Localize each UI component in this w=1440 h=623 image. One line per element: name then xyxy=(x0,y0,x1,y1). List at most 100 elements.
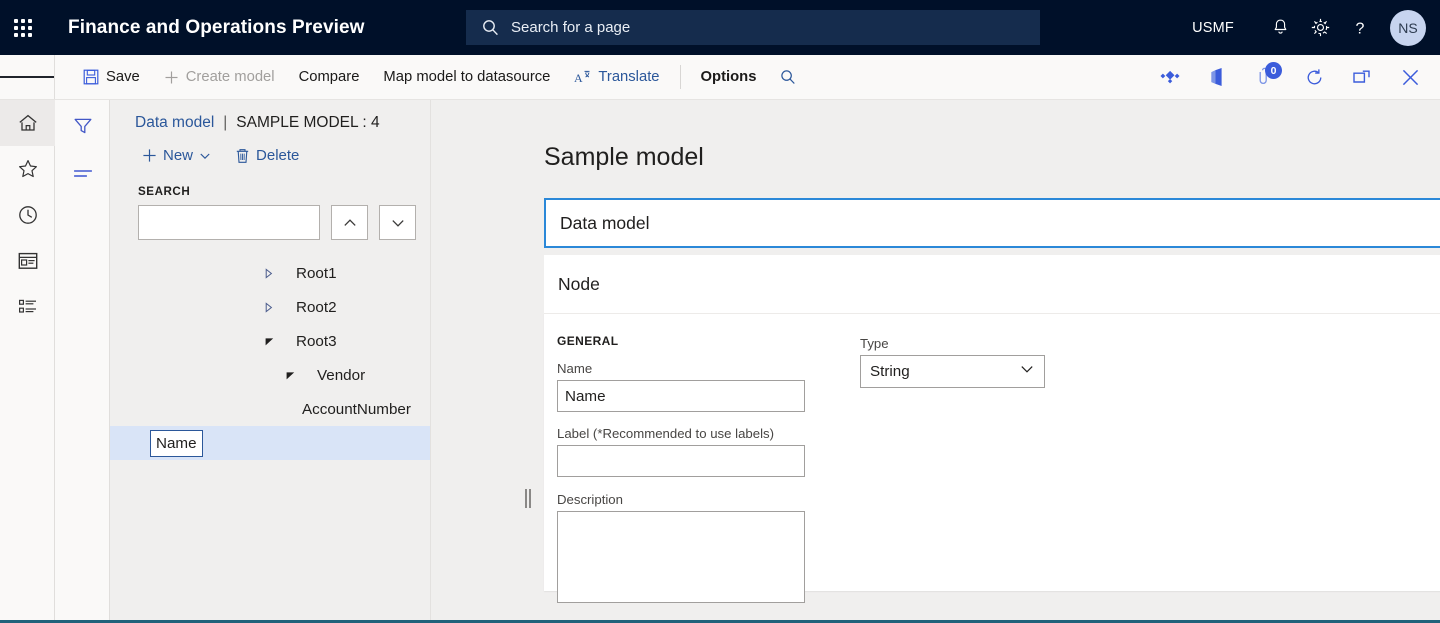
description-field-label: Description xyxy=(557,492,805,507)
help-button[interactable]: ? xyxy=(1340,0,1380,55)
triangle-down-icon xyxy=(285,370,296,381)
tree-node-vendor[interactable]: Vendor xyxy=(110,358,430,392)
tree-node-name-editor[interactable]: Name xyxy=(150,430,203,457)
chevron-up-icon xyxy=(342,215,358,231)
sidebar-item-modules[interactable] xyxy=(0,284,55,330)
sidebar-item-recent[interactable] xyxy=(0,192,55,238)
global-search-box[interactable]: Search for a page xyxy=(466,10,1040,45)
powerapps-button[interactable] xyxy=(1146,55,1194,99)
annotations-button[interactable]: 0 xyxy=(1242,55,1290,99)
command-search-button[interactable] xyxy=(768,55,808,99)
filter-rail xyxy=(55,100,110,623)
svg-text:A: A xyxy=(574,71,583,85)
model-tree: Root1 Root2 Root xyxy=(110,256,430,460)
close-button[interactable] xyxy=(1386,55,1434,99)
office-button[interactable] xyxy=(1194,55,1242,99)
home-icon xyxy=(17,112,39,134)
bell-icon xyxy=(1271,18,1290,37)
trash-icon xyxy=(235,148,250,164)
expand-collapse-arrow-collapsed[interactable] xyxy=(258,268,280,279)
save-label: Save xyxy=(106,69,140,85)
create-model-button[interactable]: Create model xyxy=(152,55,287,99)
command-bar-right-actions: 0 xyxy=(1146,55,1434,99)
section-header-node[interactable]: Node xyxy=(544,255,1440,313)
options-label: Options xyxy=(701,69,757,85)
label-field-group: Label (*Recommended to use labels) xyxy=(557,426,805,477)
filter-lines-icon xyxy=(72,167,94,181)
plus-icon xyxy=(142,148,157,163)
page-title: Sample model xyxy=(433,100,1440,172)
tree-node-root3[interactable]: Root3 xyxy=(110,324,430,358)
expand-collapse-arrow-expanded[interactable] xyxy=(279,370,301,381)
app-launcher-button[interactable] xyxy=(0,0,46,55)
left-navigation-rail xyxy=(0,100,55,623)
top-right-actions: USMF ? xyxy=(1192,0,1440,55)
tree-node-accountnumber[interactable]: AccountNumber xyxy=(110,392,430,426)
navigation-pane-toggle[interactable] xyxy=(0,55,55,99)
popout-button[interactable] xyxy=(1338,55,1386,99)
expand-collapse-arrow-collapsed[interactable] xyxy=(258,302,280,313)
tree-node-name[interactable]: Name xyxy=(110,426,430,460)
filter-button[interactable] xyxy=(55,104,110,148)
name-input[interactable] xyxy=(557,380,805,412)
office-icon xyxy=(1210,68,1227,86)
search-section-label: SEARCH xyxy=(110,169,430,198)
filter-lines-button[interactable] xyxy=(55,152,110,196)
search-icon xyxy=(482,19,499,36)
breadcrumb-link-data-model[interactable]: Data model xyxy=(135,114,214,132)
settings-button[interactable] xyxy=(1300,0,1340,55)
search-input[interactable] xyxy=(138,205,320,240)
node-section-body: GENERAL Name Label (*Recommended to use … xyxy=(544,313,1440,591)
sidebar-item-favorites[interactable] xyxy=(0,146,55,192)
close-icon xyxy=(1401,68,1420,87)
detail-panel: Sample model Data model Node GEN xyxy=(433,100,1440,623)
name-field-group: Name xyxy=(557,361,805,412)
options-button[interactable]: Options xyxy=(689,55,769,99)
list-icon xyxy=(17,297,39,317)
name-field-label: Name xyxy=(557,361,805,376)
chevron-down-icon xyxy=(199,150,211,162)
description-textarea[interactable] xyxy=(557,511,805,603)
section-header-data-model[interactable]: Data model xyxy=(544,198,1440,248)
tree-node-root1[interactable]: Root1 xyxy=(110,256,430,290)
expand-collapse-arrow-expanded[interactable] xyxy=(258,336,280,347)
breadcrumb-current: SAMPLE MODEL : 4 xyxy=(236,114,379,132)
tree-node-label: Root1 xyxy=(296,265,337,282)
label-input[interactable] xyxy=(557,445,805,477)
user-avatar[interactable]: NS xyxy=(1390,10,1426,46)
save-button[interactable]: Save xyxy=(71,55,152,99)
save-icon xyxy=(83,69,99,85)
type-dropdown[interactable]: String xyxy=(860,355,1045,388)
refresh-icon xyxy=(1305,68,1324,87)
clock-icon xyxy=(17,204,39,226)
notifications-button[interactable] xyxy=(1260,0,1300,55)
delete-button[interactable]: Delete xyxy=(225,142,309,169)
section-title: Data model xyxy=(560,213,650,234)
triangle-right-icon xyxy=(264,268,274,279)
type-selected-value: String xyxy=(870,363,910,380)
sidebar-item-home[interactable] xyxy=(0,100,55,146)
translate-button[interactable]: A Translate xyxy=(562,55,671,99)
refresh-button[interactable] xyxy=(1290,55,1338,99)
waffle-icon xyxy=(14,19,32,37)
sidebar-item-workspaces[interactable] xyxy=(0,238,55,284)
star-icon xyxy=(17,158,39,180)
hamburger-icon-line xyxy=(36,76,54,78)
general-group-header: GENERAL xyxy=(557,334,618,348)
map-model-to-datasource-button[interactable]: Map model to datasource xyxy=(371,55,562,99)
tree-node-root2[interactable]: Root2 xyxy=(110,290,430,324)
command-bar-items: Save Create model Compare Map model to d… xyxy=(55,55,808,99)
description-field-group: Description xyxy=(557,492,805,603)
search-previous-button[interactable] xyxy=(331,205,368,240)
breadcrumb: Data model | SAMPLE MODEL : 4 xyxy=(110,100,430,132)
search-next-button[interactable] xyxy=(379,205,416,240)
section-title: Node xyxy=(558,274,600,295)
plus-icon xyxy=(164,70,179,85)
translate-label: Translate xyxy=(598,69,659,85)
compare-button[interactable]: Compare xyxy=(287,55,372,99)
svg-text:?: ? xyxy=(1356,20,1365,37)
company-selector[interactable]: USMF xyxy=(1192,20,1234,36)
new-button[interactable]: New xyxy=(132,142,221,169)
tree-node-label: Root2 xyxy=(296,299,337,316)
tree-node-label: Vendor xyxy=(317,367,365,384)
